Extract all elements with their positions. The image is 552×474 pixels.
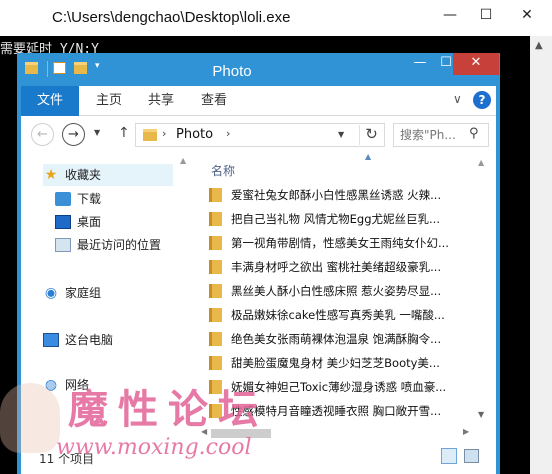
scroll-up-arrow-icon[interactable]: ▲ <box>478 158 484 167</box>
scroll-up-arrow-icon[interactable]: ▲ <box>180 156 186 165</box>
navpane-scrollbar[interactable]: ▲ <box>177 154 191 440</box>
folder-icon <box>209 188 222 202</box>
scroll-left-arrow-icon[interactable]: ◀ <box>201 427 207 436</box>
desktop-icon <box>55 215 71 229</box>
homegroup-icon: ◉ <box>44 285 58 301</box>
scroll-right-arrow-icon[interactable]: ▶ <box>463 427 469 436</box>
nav-item-label: 收藏夹 <box>65 168 102 182</box>
folder-icon <box>209 236 222 250</box>
file-name: 把自己当礼物 风情尤物Egg尤妮丝巨乳... <box>231 212 440 226</box>
console-title: C:\Users\dengchao\Desktop\loli.exe <box>52 9 291 26</box>
folder-icon <box>209 404 222 418</box>
file-name: 爱蜜社兔女郎酥小白性感黑丝诱惑 火辣... <box>231 188 442 202</box>
nav-item-label: 网络 <box>65 378 90 392</box>
search-icon[interactable]: ⚲ <box>469 126 479 141</box>
nav-item-favorites[interactable]: ★ 收藏夹 <box>43 164 173 186</box>
explorer-minimize-button[interactable]: — <box>407 53 433 75</box>
details-view-icon[interactable] <box>441 448 457 464</box>
file-list-pane: ▲ 名称 爱蜜社兔女郎酥小白性感黑丝诱惑 火辣... 把自己当礼物 风情尤物Eg… <box>199 152 492 440</box>
explorer-window: ▾ Photo — ☐ ✕ 文件 主页 共享 查看 ∨ ? ← → ▼ ↑ › … <box>17 53 500 474</box>
address-toolbar: ← → ▼ ↑ › Photo › ▼ ↻ ⚲ <box>21 116 496 154</box>
help-icon[interactable]: ? <box>473 91 491 109</box>
star-icon: ★ <box>44 167 58 183</box>
file-name: 甜美脸蛋魔鬼身材 美少妇芝芝Booty美... <box>231 356 440 370</box>
scrollbar-thumb[interactable] <box>211 429 271 438</box>
file-name: 妩媚女神妲己Toxic薄纱湿身诱惑 喷血豪... <box>231 380 447 394</box>
console-close-button[interactable]: ✕ <box>506 4 548 28</box>
recent-locations-dropdown-icon[interactable]: ▼ <box>94 128 100 137</box>
horizontal-scrollbar[interactable]: ◀ ▶ <box>199 426 474 440</box>
folder-icon <box>209 212 222 226</box>
tab-home[interactable]: 主页 <box>96 86 122 116</box>
navigation-pane: ★ 收藏夹 下载 桌面 最近访问的位置 ◉ 家庭组 这台电脑 ◍ 网络 ▲ <box>21 154 191 440</box>
computer-icon <box>43 333 59 347</box>
tab-view[interactable]: 查看 <box>201 86 227 116</box>
folder-icon <box>209 308 222 322</box>
address-dropdown-icon[interactable]: ▼ <box>338 130 344 139</box>
file-row[interactable]: 把自己当礼物 风情尤物Egg尤妮丝巨乳... <box>209 208 471 230</box>
console-titlebar[interactable]: C:\Users\dengchao\Desktop\loli.exe — ☐ ✕ <box>0 0 552 36</box>
console-maximize-button[interactable]: ☐ <box>472 4 500 28</box>
network-icon: ◍ <box>44 377 58 393</box>
column-header-name[interactable]: 名称 <box>211 162 235 179</box>
folder-icon <box>209 332 222 346</box>
file-row[interactable]: 第一视角带剧情，性感美女王雨纯女仆幻... <box>209 232 471 254</box>
file-name: 极品嫩妹徐cake性感写真秀美乳 一嘴酸... <box>231 308 445 322</box>
search-box[interactable]: ⚲ <box>393 123 489 147</box>
tab-share[interactable]: 共享 <box>148 86 174 116</box>
sort-ascending-icon: ▲ <box>365 152 372 161</box>
breadcrumb-chevron-icon[interactable]: › <box>162 127 166 140</box>
file-name: 黑丝美人酥小白性感床照 惹火姿势尽显... <box>231 284 442 298</box>
folder-icon <box>209 260 222 274</box>
file-row[interactable]: 妩媚女神妲己Toxic薄纱湿身诱惑 喷血豪... <box>209 376 471 398</box>
file-row[interactable]: 极品嫩妹徐cake性感写真秀美乳 一嘴酸... <box>209 304 471 326</box>
console-scrollbar[interactable]: ▲ <box>530 36 552 474</box>
file-row[interactable]: 爱蜜社兔女郎酥小白性感黑丝诱惑 火辣... <box>209 184 471 206</box>
console-minimize-button[interactable]: — <box>436 4 464 28</box>
ribbon-expand-icon[interactable]: ∨ <box>453 92 462 106</box>
breadcrumb-chevron-icon[interactable]: › <box>226 127 230 140</box>
file-name: 丰满身材呼之欲出 蜜桃社美绪超级豪乳... <box>231 260 442 274</box>
nav-item-label: 家庭组 <box>65 286 102 300</box>
folder-icon <box>143 129 157 141</box>
explorer-title: Photo <box>212 63 252 80</box>
nav-item-label: 这台电脑 <box>65 333 114 347</box>
file-row[interactable]: 丰满身材呼之欲出 蜜桃社美绪超级豪乳... <box>209 256 471 278</box>
nav-item-label: 下载 <box>77 192 102 206</box>
tab-file[interactable]: 文件 <box>21 86 79 116</box>
folder-icon <box>209 284 222 298</box>
file-row[interactable]: 黑丝美人酥小白性感床照 惹火姿势尽显... <box>209 280 471 302</box>
back-button[interactable]: ← <box>31 123 54 146</box>
address-bar[interactable]: › Photo › ▼ ↻ <box>135 123 385 147</box>
nav-item-label: 桌面 <box>77 215 102 229</box>
scroll-down-arrow-icon[interactable]: ▼ <box>478 410 484 419</box>
forward-button[interactable]: → <box>62 123 85 146</box>
folder-icon <box>209 356 222 370</box>
nav-item-label: 最近访问的位置 <box>77 238 162 252</box>
explorer-content: ★ 收藏夹 下载 桌面 最近访问的位置 ◉ 家庭组 这台电脑 ◍ 网络 ▲ ▲ … <box>21 152 496 474</box>
file-row[interactable]: 性感模特月音瞳透视睡衣照 胸口敞开雪... <box>209 400 471 422</box>
large-icons-view-icon[interactable] <box>464 449 479 463</box>
breadcrumb-photo[interactable]: Photo <box>176 127 213 142</box>
recent-places-icon <box>55 238 71 252</box>
item-count: 11 个项目 <box>39 452 95 466</box>
file-name: 第一视角带剧情，性感美女王雨纯女仆幻... <box>231 236 449 250</box>
download-folder-icon <box>55 192 71 206</box>
folder-icon <box>209 380 222 394</box>
file-row[interactable]: 绝色美女张雨萌裸体泡温泉 饱满酥胸令... <box>209 328 471 350</box>
explorer-close-button[interactable]: ✕ <box>453 53 499 75</box>
file-name: 绝色美女张雨萌裸体泡温泉 饱满酥胸令... <box>231 332 442 346</box>
file-row[interactable]: 甜美脸蛋魔鬼身材 美少妇芝芝Booty美... <box>209 352 471 374</box>
scroll-up-arrow-icon[interactable]: ▲ <box>535 40 543 51</box>
status-bar: 11 个项目 <box>21 444 496 468</box>
file-list-scrollbar[interactable]: ▲ ▼ <box>474 154 490 424</box>
column-header-row: ▲ 名称 <box>199 152 492 179</box>
refresh-button[interactable]: ↻ <box>359 125 383 145</box>
ribbon-tabs: 文件 主页 共享 查看 ∨ ? <box>21 86 496 116</box>
explorer-titlebar[interactable]: ▾ Photo — ☐ ✕ <box>17 53 500 86</box>
file-name: 性感模特月音瞳透视睡衣照 胸口敞开雪... <box>231 404 442 418</box>
up-button[interactable]: ↑ <box>118 125 130 141</box>
search-input[interactable] <box>400 126 466 144</box>
